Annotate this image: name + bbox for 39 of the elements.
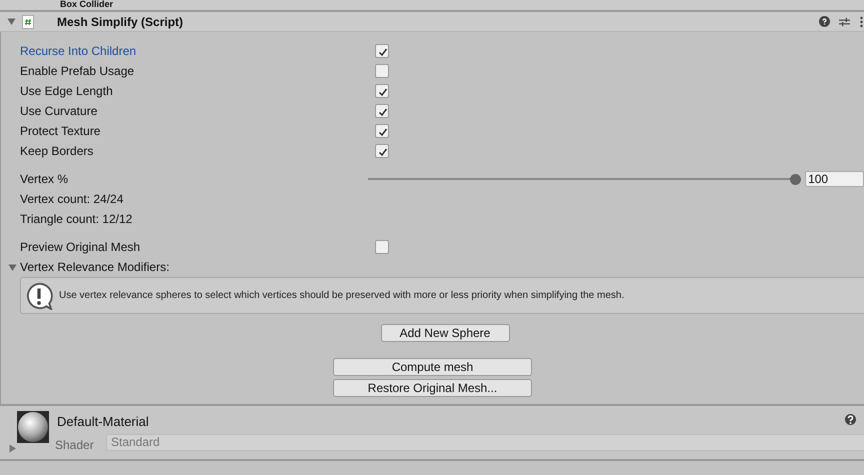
field-label[interactable]: Keep Borders xyxy=(20,142,375,160)
checkbox[interactable] xyxy=(375,104,389,118)
help-icon[interactable] xyxy=(845,414,856,425)
help-icon[interactable] xyxy=(819,16,830,27)
action-button[interactable]: Compute mesh xyxy=(333,358,532,376)
material-sphere-icon xyxy=(17,411,49,443)
help-text: Use vertex relevance spheres to select which vertices should be preserved with more or less priority when simplifying the mesh. xyxy=(59,289,624,303)
field-label[interactable]: Use Curvature xyxy=(20,102,375,120)
field-label: Preview Original Mesh xyxy=(20,239,142,256)
checkbox[interactable] xyxy=(375,124,389,138)
checkbox[interactable] xyxy=(375,240,389,254)
component-title: Mesh Simplify (Script) xyxy=(57,14,184,30)
slider-track[interactable] xyxy=(368,174,802,184)
field-label: Vertex % xyxy=(20,171,70,188)
checkbox[interactable] xyxy=(375,64,389,78)
field-label: Shader xyxy=(55,437,94,454)
value-field[interactable]: 100 xyxy=(805,171,864,187)
stat-text: Triangle count: 12/12 xyxy=(20,211,134,228)
foldout-arrow-icon[interactable] xyxy=(7,17,16,26)
stat-text: Vertex count: 24/24 xyxy=(20,191,124,208)
field-label[interactable]: Use Edge Length xyxy=(20,82,375,100)
exclamation-bubble-icon xyxy=(25,282,53,310)
add-sphere-button[interactable]: Add New Sphere xyxy=(380,324,510,342)
slider-thumb[interactable] xyxy=(790,174,802,184)
field-label[interactable]: Protect Texture xyxy=(20,122,375,140)
action-button[interactable]: Restore Original Mesh... xyxy=(333,379,532,397)
checkbox[interactable] xyxy=(375,44,389,58)
section-label: Vertex Relevance Modifiers: xyxy=(20,259,170,276)
foldout-arrow-icon[interactable] xyxy=(8,444,17,453)
checkbox[interactable] xyxy=(375,144,389,158)
script-icon xyxy=(22,14,34,28)
foldout-arrow-icon[interactable] xyxy=(8,262,17,272)
component-title: Box Collider xyxy=(60,0,114,9)
material-name: Default-Material xyxy=(57,413,149,431)
checkbox[interactable] xyxy=(375,84,389,98)
field-label[interactable]: Recurse Into Children xyxy=(20,42,375,60)
field-label[interactable]: Enable Prefab Usage xyxy=(20,62,375,80)
presets-icon[interactable] xyxy=(839,16,850,26)
more-icon[interactable] xyxy=(860,16,863,28)
